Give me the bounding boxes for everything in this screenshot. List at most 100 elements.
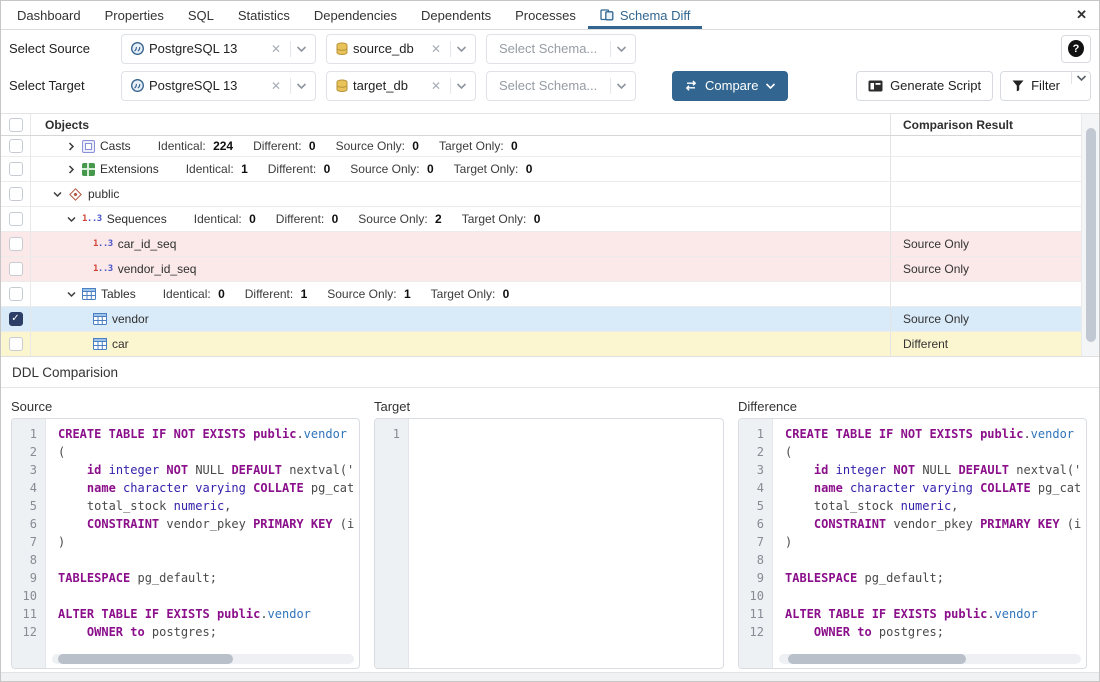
horizontal-scrollbar[interactable] xyxy=(779,654,1081,664)
source-database-select[interactable]: source_db ✕ xyxy=(326,34,476,64)
tab-label: Dependencies xyxy=(314,8,397,23)
source-schema-select[interactable]: Select Schema... xyxy=(486,34,636,64)
divider xyxy=(610,41,611,57)
row-checkbox[interactable] xyxy=(9,337,23,351)
schema-diff-window: DashboardProperties SQL Statistics Dependen… xyxy=(0,0,1100,682)
horizontal-scrollbar-thumb[interactable] xyxy=(788,654,966,664)
chevron-down-icon[interactable] xyxy=(616,45,627,53)
objects-column-header: Objects xyxy=(31,114,890,135)
clear-icon[interactable]: ✕ xyxy=(271,42,281,56)
stat-target-only: Target Only: 0 xyxy=(431,287,510,301)
table-row[interactable]: 1..3car_id_seqSource Only xyxy=(1,232,1099,257)
divider xyxy=(610,78,611,94)
table-row[interactable]: TablesIdentical: 0Different: 1Source Onl… xyxy=(1,282,1099,307)
divider xyxy=(450,78,451,94)
expand-chevron-icon[interactable] xyxy=(65,288,77,300)
filter-button-group: Filter xyxy=(1000,71,1091,101)
generate-script-button[interactable]: Generate Script xyxy=(856,71,993,101)
tab-schema-diff[interactable]: Schema Diff xyxy=(588,1,703,29)
compare-button[interactable]: Compare xyxy=(672,71,788,101)
tab-sql[interactable]: SQL xyxy=(176,1,226,29)
expand-chevron-icon[interactable] xyxy=(51,188,63,200)
chevron-down-icon[interactable] xyxy=(296,82,307,90)
row-checkbox[interactable]: ✓ xyxy=(9,312,23,326)
row-checkbox-cell xyxy=(1,157,31,181)
row-checkbox[interactable] xyxy=(9,212,23,226)
chevron-down-icon[interactable] xyxy=(296,45,307,53)
tab-properties[interactable]: Properties xyxy=(93,1,176,29)
expand-chevron-icon[interactable] xyxy=(65,140,77,152)
extensions-icon xyxy=(82,163,95,176)
row-checkbox-cell: ✓ xyxy=(1,307,31,331)
target-server-select[interactable]: PostgreSQL 13 ✕ xyxy=(121,71,316,101)
tab-dependencies[interactable]: Dependencies xyxy=(302,1,409,29)
row-checkbox[interactable] xyxy=(9,139,23,153)
horizontal-scrollbar[interactable] xyxy=(52,654,354,664)
row-checkbox-cell xyxy=(1,257,31,281)
stat-different: Different: 1 xyxy=(245,287,308,301)
objects-cell: CastsIdentical: 224Different: 0Source On… xyxy=(31,136,890,156)
row-checkbox[interactable] xyxy=(9,262,23,276)
grid-header: Objects Comparison Result xyxy=(1,114,1099,136)
code-area[interactable] xyxy=(409,419,723,668)
ddl-panel-title-target: Target xyxy=(374,394,724,418)
stat-source-only: Source Only: 0 xyxy=(350,162,433,176)
filter-dropdown-toggle[interactable] xyxy=(1071,72,1090,84)
table-row[interactable]: CastsIdentical: 224Different: 0Source On… xyxy=(1,136,1099,157)
expand-chevron-icon[interactable] xyxy=(65,213,77,225)
row-label: car xyxy=(112,337,129,351)
select-all-checkbox[interactable] xyxy=(9,118,23,132)
target-server-value: PostgreSQL 13 xyxy=(149,78,263,93)
tab-label: Dependents xyxy=(421,8,491,23)
comparison-grid: Objects Comparison Result CastsIdentical… xyxy=(1,113,1099,356)
divider xyxy=(290,41,291,57)
table-row[interactable]: ✓vendorSource Only xyxy=(1,307,1099,332)
sql-editor-difference[interactable]: 123456789101112CREATE TABLE IF NOT EXIST… xyxy=(738,418,1087,669)
clear-icon[interactable]: ✕ xyxy=(431,42,441,56)
target-schema-select[interactable]: Select Schema... xyxy=(486,71,636,101)
clear-icon[interactable]: ✕ xyxy=(431,79,441,93)
sql-editor-source[interactable]: 123456789101112CREATE TABLE IF NOT EXIST… xyxy=(11,418,360,669)
tab-label: SQL xyxy=(188,8,214,23)
tab-processes[interactable]: Processes xyxy=(503,1,588,29)
tab-dashboard[interactable]: Dashboard xyxy=(5,1,93,29)
object-entry: 1..3SequencesIdentical: 0Different: 0Sou… xyxy=(45,212,890,226)
chevron-down-icon[interactable] xyxy=(456,45,467,53)
table-row[interactable]: car Different xyxy=(1,332,1099,356)
comparison-result-value: Source Only xyxy=(903,262,969,276)
sql-editor-target[interactable]: 1 xyxy=(374,418,724,669)
tab-statistics[interactable]: Statistics xyxy=(226,1,302,29)
close-icon[interactable]: ✕ xyxy=(1068,7,1095,23)
help-button[interactable]: ? xyxy=(1061,35,1091,63)
chevron-down-icon[interactable] xyxy=(456,82,467,90)
script-icon xyxy=(868,80,883,92)
vertical-scrollbar[interactable] xyxy=(1081,114,1099,356)
horizontal-scrollbar-thumb[interactable] xyxy=(58,654,233,664)
row-checkbox-cell xyxy=(1,282,31,306)
source-server-value: PostgreSQL 13 xyxy=(149,41,263,56)
table-row[interactable]: ExtensionsIdentical: 1Different: 0Source… xyxy=(1,157,1099,182)
table-row[interactable]: 1..3vendor_id_seq Source Only xyxy=(1,257,1099,282)
code-area[interactable]: CREATE TABLE IF NOT EXISTS public.vendor… xyxy=(46,419,359,668)
row-label: Extensions xyxy=(100,162,159,176)
expand-chevron-icon[interactable] xyxy=(65,163,77,175)
row-checkbox[interactable] xyxy=(9,162,23,176)
objects-cell: 1..3vendor_id_seq xyxy=(31,257,890,281)
row-checkbox[interactable] xyxy=(9,237,23,251)
table-row[interactable]: 1..3SequencesIdentical: 0Different: 0Sou… xyxy=(1,207,1099,232)
comparison-result-cell: Different xyxy=(890,332,1081,356)
status-strip xyxy=(1,672,1099,681)
row-checkbox[interactable] xyxy=(9,187,23,201)
chevron-down-icon[interactable] xyxy=(616,82,627,90)
clear-icon[interactable]: ✕ xyxy=(271,79,281,93)
stat-identical: Identical: 0 xyxy=(194,212,256,226)
source-server-select[interactable]: PostgreSQL 13 ✕ xyxy=(121,34,316,64)
tab-dependents[interactable]: Dependents xyxy=(409,1,503,29)
target-database-select[interactable]: target_db ✕ xyxy=(326,71,476,101)
vertical-scrollbar-thumb[interactable] xyxy=(1086,128,1096,342)
filter-button[interactable]: Filter xyxy=(1001,72,1071,100)
code-area[interactable]: CREATE TABLE IF NOT EXISTS public.vendor… xyxy=(773,419,1086,668)
row-checkbox[interactable] xyxy=(9,287,23,301)
row-checkbox-cell xyxy=(1,232,31,256)
table-row[interactable]: public xyxy=(1,182,1099,207)
